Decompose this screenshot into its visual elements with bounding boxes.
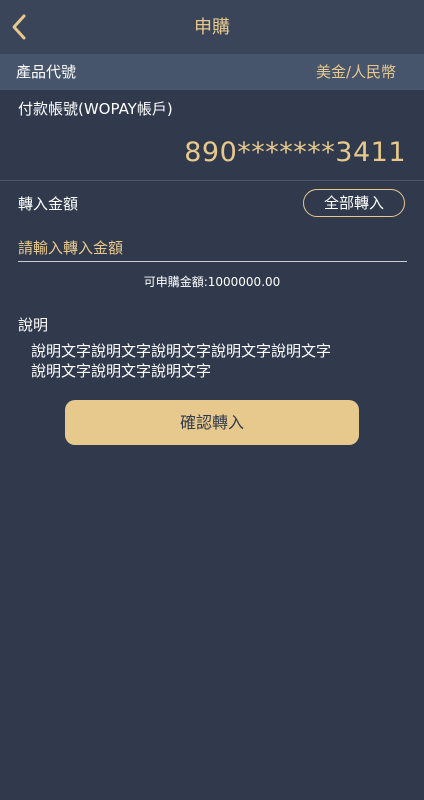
payment-account-label: 付款帳號(WOPAY帳戶) <box>18 100 173 118</box>
confirm-transfer-button[interactable]: 確認轉入 <box>65 400 359 445</box>
page-title: 申購 <box>194 17 230 38</box>
payment-account-number: 890*******3411 <box>184 137 406 168</box>
chevron-left-icon <box>12 14 26 40</box>
back-button[interactable] <box>4 10 36 44</box>
product-code-label: 產品代號 <box>16 63 77 81</box>
transfer-all-button[interactable]: 全部轉入 <box>303 189 405 217</box>
available-amount-text: 可申購金額:1000000.00 <box>143 275 281 289</box>
transfer-amount-label: 轉入金額 <box>18 195 79 213</box>
navigation-bar: 申購 <box>0 0 424 54</box>
section-divider <box>0 180 424 181</box>
note-text: 說明文字說明文字說明文字說明文字說明文字 說明文字說明文字說明文字 <box>31 341 401 381</box>
note-line: 說明文字說明文字說明文字 <box>31 362 212 380</box>
note-label: 說明 <box>18 316 49 334</box>
product-code-row: 產品代號 美金/人民幣 <box>0 54 424 90</box>
note-line: 說明文字說明文字說明文字說明文字說明文字 <box>31 342 332 360</box>
product-code-value: 美金/人民幣 <box>315 63 396 81</box>
transfer-amount-input[interactable] <box>18 234 407 262</box>
